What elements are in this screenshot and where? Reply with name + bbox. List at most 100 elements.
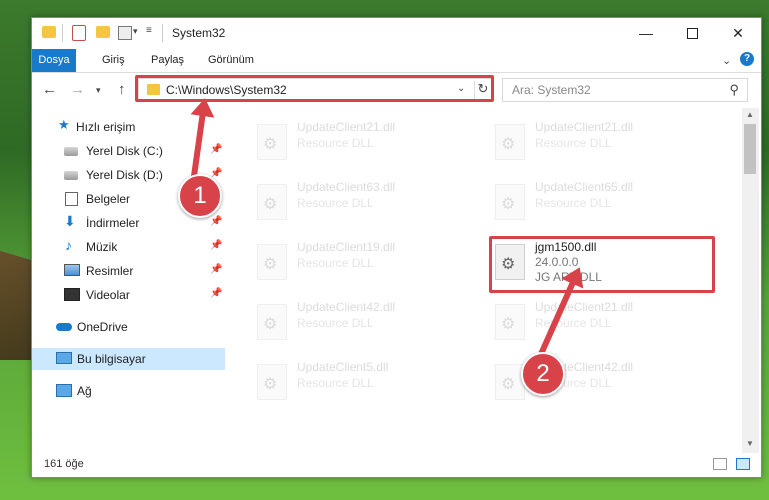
sidebar-item-this-pc[interactable]: Bu bilgisayar	[32, 348, 225, 370]
file-description: Resource DLL	[535, 316, 612, 330]
sidebar-item-label: Bu bilgisayar	[77, 352, 146, 366]
minimize-button[interactable]: —	[623, 18, 669, 48]
pin-icon[interactable]: 📌	[210, 240, 222, 251]
file-item[interactable]: UpdateClient21.dll Resource DLL	[251, 118, 471, 172]
maximize-button[interactable]	[669, 18, 715, 48]
tab-view[interactable]: Görünüm	[198, 49, 264, 72]
pin-icon[interactable]: 📌	[210, 144, 222, 155]
file-name: UpdateClient19.dll	[297, 240, 396, 254]
dll-file-icon	[257, 244, 287, 280]
videos-icon	[64, 288, 80, 301]
file-description: Resource DLL	[535, 136, 612, 150]
pin-icon[interactable]: 📌	[210, 264, 222, 275]
tab-file[interactable]: Dosya	[32, 49, 76, 72]
chevron-down-icon[interactable]: ▾	[133, 26, 138, 44]
quick-access-menu-icon[interactable]: ≡	[146, 25, 152, 43]
maximize-icon	[686, 28, 698, 39]
title-bar: ▾ ≡ System32 — ✕	[32, 18, 761, 49]
file-item[interactable]: UpdateClient19.dll Resource DLL	[251, 238, 471, 292]
navigation-bar: ← → ▾ ↑ C:\Windows\System32 ⌄ ↻ Ara: Sys…	[32, 73, 761, 107]
window-title: System32	[172, 26, 226, 40]
sidebar-item-label: Yerel Disk (C:)	[86, 144, 163, 158]
step-badge-2: 2	[521, 352, 565, 396]
file-highlight-box	[489, 236, 715, 293]
sidebar-item-network[interactable]: Ağ	[32, 380, 225, 402]
search-icon[interactable]: ⚲	[729, 82, 739, 98]
file-item[interactable]: UpdateClient63.dll Resource DLL	[251, 178, 471, 232]
vertical-scrollbar[interactable]: ▲ ▼	[742, 108, 759, 453]
search-placeholder: Ara: System32	[512, 83, 591, 97]
sidebar-item-label: İndirmeler	[86, 216, 140, 230]
dll-file-icon	[495, 184, 525, 220]
drive-icon	[64, 147, 78, 156]
sidebar-item-label: Ağ	[77, 384, 92, 398]
music-icon: ♪	[65, 237, 72, 253]
item-count: 161 öğe	[44, 458, 84, 470]
dll-file-icon	[495, 124, 525, 160]
title-divider	[162, 24, 163, 42]
documents-icon	[65, 192, 78, 206]
sidebar-item-label: Yerel Disk (D:)	[86, 168, 163, 182]
file-description: Resource DLL	[297, 256, 374, 270]
file-name: UpdateClient21.dll	[297, 120, 396, 134]
tab-share[interactable]: Paylaş	[141, 49, 194, 72]
file-description: Resource DLL	[297, 316, 374, 330]
search-input[interactable]: Ara: System32 ⚲	[502, 78, 748, 102]
back-arrow-icon[interactable]: ←	[42, 81, 57, 98]
dll-file-icon	[257, 124, 287, 160]
download-icon: ⬇	[64, 213, 76, 229]
file-name: UpdateClient42.dll	[297, 300, 396, 314]
file-item[interactable]: UpdateClient21.dll Resource DLL	[489, 298, 709, 352]
sidebar-item-pictures[interactable]: Resimler 📌	[32, 260, 225, 282]
address-highlight-box	[135, 75, 494, 102]
file-description: Resource DLL	[535, 196, 612, 210]
file-item[interactable]: UpdateClient65.dll Resource DLL	[489, 178, 709, 232]
tab-home[interactable]: Giriş	[92, 49, 135, 72]
step-badge-1: 1	[178, 174, 222, 218]
file-explorer-window: ▾ ≡ System32 — ✕ Dosya Giriş Paylaş Görü…	[31, 17, 762, 478]
sidebar-item-music[interactable]: ♪ Müzik 📌	[32, 236, 225, 258]
drive-icon	[64, 171, 78, 180]
customize-toolbar-icon[interactable]	[118, 26, 132, 40]
folder-icon	[42, 26, 56, 38]
onedrive-icon	[56, 323, 72, 331]
sidebar-item-onedrive[interactable]: OneDrive	[32, 316, 225, 338]
pin-icon[interactable]: 📌	[210, 288, 222, 299]
scroll-down-icon[interactable]: ▼	[746, 439, 754, 448]
sidebar-item-label: Hızlı erişim	[76, 120, 136, 134]
network-icon	[56, 384, 72, 397]
sidebar-item-label: Müzik	[86, 240, 118, 254]
file-description: Resource DLL	[297, 136, 374, 150]
file-item[interactable]: UpdateClient21.dll Resource DLL	[489, 118, 709, 172]
close-button[interactable]: ✕	[715, 18, 761, 48]
sidebar-item-label: Resimler	[86, 264, 134, 278]
sidebar-item-videos[interactable]: Videolar 📌	[32, 284, 225, 306]
dll-file-icon	[257, 304, 287, 340]
dll-file-icon	[495, 304, 525, 340]
new-folder-icon[interactable]	[96, 26, 110, 38]
details-view-icon[interactable]	[713, 458, 727, 470]
file-name: UpdateClient21.dll	[535, 120, 634, 134]
file-description: Resource DLL	[297, 376, 374, 390]
expand-ribbon-icon[interactable]: ⌄	[722, 54, 731, 67]
scrollbar-thumb[interactable]	[744, 124, 756, 174]
status-bar: 161 öğe	[32, 454, 761, 477]
file-item[interactable]: UpdateClient42.dll Resource DLL	[251, 298, 471, 352]
tiles-view-icon[interactable]	[736, 458, 750, 470]
toolbar-divider	[62, 24, 63, 42]
properties-checkmark-icon[interactable]	[72, 25, 86, 41]
dll-file-icon	[257, 184, 287, 220]
help-icon[interactable]: ?	[740, 52, 754, 66]
recent-locations-icon[interactable]: ▾	[96, 85, 101, 96]
forward-arrow-icon[interactable]: →	[70, 81, 85, 98]
pictures-icon	[64, 264, 80, 276]
file-name: UpdateClient63.dll	[297, 180, 396, 194]
sidebar-item-label: Belgeler	[86, 192, 131, 206]
scroll-up-icon[interactable]: ▲	[746, 110, 754, 119]
file-item[interactable]: UpdateClient5.dll Resource DLL	[251, 358, 471, 412]
star-icon: ★	[58, 117, 70, 132]
ribbon: Dosya Giriş Paylaş Görünüm ⌄ ?	[32, 49, 761, 73]
dll-file-icon	[257, 364, 287, 400]
pin-icon[interactable]: 📌	[210, 216, 222, 227]
up-arrow-icon[interactable]: ↑	[118, 81, 126, 98]
